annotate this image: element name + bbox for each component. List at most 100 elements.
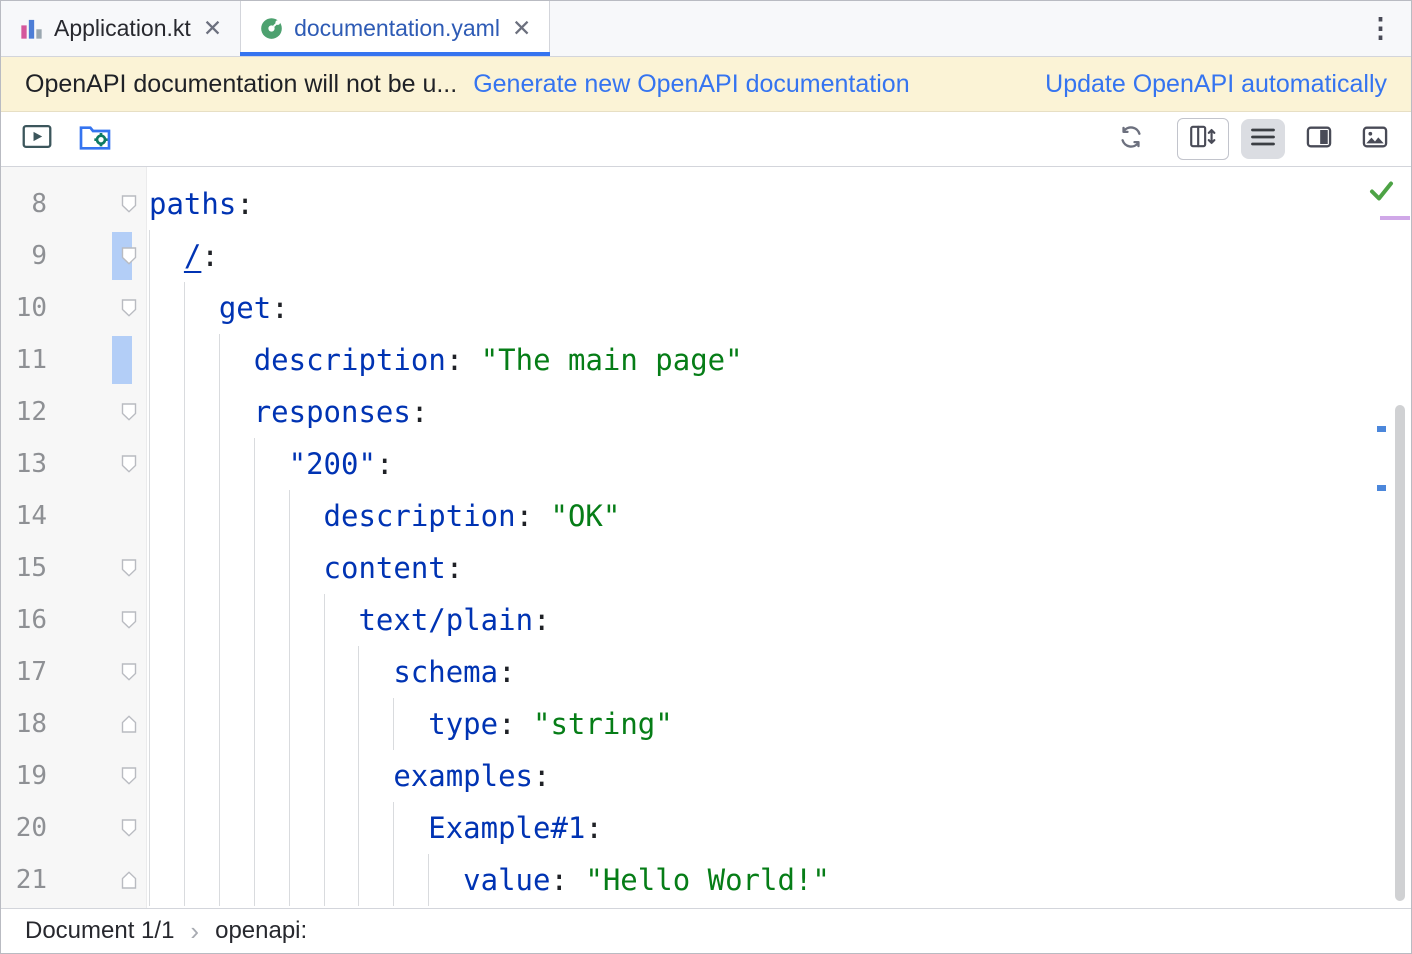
code-editor[interactable]: 8paths:9/:10get:11description:"The main … bbox=[1, 167, 1411, 908]
editor-and-preview-icon bbox=[1305, 123, 1333, 156]
indent-guide bbox=[184, 594, 219, 646]
refresh-icon bbox=[1117, 123, 1145, 156]
code-line-18[interactable]: 18type:"string" bbox=[1, 698, 1411, 750]
colon: : bbox=[446, 551, 463, 585]
update-openapi-link[interactable]: Update OpenAPI automatically bbox=[1045, 70, 1387, 99]
colon: : bbox=[201, 239, 218, 273]
fold-up-icon[interactable] bbox=[121, 715, 137, 734]
code-line-10[interactable]: 10get: bbox=[1, 282, 1411, 334]
line-number: 18 bbox=[1, 698, 47, 750]
generate-openapi-link[interactable]: Generate new OpenAPI documentation bbox=[473, 70, 909, 99]
indent-guide bbox=[184, 386, 219, 438]
indent-guide bbox=[324, 750, 359, 802]
code-line-19[interactable]: 19examples: bbox=[1, 750, 1411, 802]
fold-down-icon[interactable] bbox=[121, 767, 137, 786]
indent-guide bbox=[219, 334, 254, 386]
indent-guide bbox=[184, 438, 219, 490]
colon: : bbox=[550, 863, 567, 897]
indent-guide bbox=[149, 854, 184, 906]
colon: : bbox=[411, 395, 428, 429]
code-line-13[interactable]: 13"200": bbox=[1, 438, 1411, 490]
fold-down-icon[interactable] bbox=[121, 195, 137, 214]
code-line-11[interactable]: 11description:"The main page" bbox=[1, 334, 1411, 386]
indent-guide bbox=[219, 438, 254, 490]
indent-guide bbox=[254, 802, 289, 854]
inspection-ok-check-icon[interactable] bbox=[1368, 179, 1395, 207]
code-line-14[interactable]: 14description:"OK" bbox=[1, 490, 1411, 542]
code-text: "200": bbox=[149, 438, 393, 490]
indent-guide bbox=[254, 750, 289, 802]
indent-guide bbox=[428, 854, 463, 906]
close-icon[interactable]: ✕ bbox=[510, 15, 533, 42]
indent-guide bbox=[149, 698, 184, 750]
indent-guide bbox=[393, 802, 428, 854]
close-icon[interactable]: ✕ bbox=[201, 15, 224, 42]
indent-guide bbox=[219, 646, 254, 698]
code-text: text/plain: bbox=[149, 594, 551, 646]
code-line-12[interactable]: 12 responses: bbox=[1, 386, 1411, 438]
line-number: 15 bbox=[1, 542, 47, 594]
line-number: 12 bbox=[1, 386, 47, 438]
fold-down-icon[interactable] bbox=[121, 663, 137, 682]
column-width-button[interactable] bbox=[1177, 118, 1229, 160]
endpoints-button[interactable] bbox=[73, 119, 117, 159]
tab-label: Application.kt bbox=[54, 15, 191, 42]
run-button[interactable] bbox=[15, 119, 59, 159]
preview-only-button[interactable] bbox=[1353, 119, 1397, 159]
indent-guide bbox=[184, 698, 219, 750]
vertical-scrollbar[interactable] bbox=[1395, 405, 1405, 901]
fold-down-icon[interactable] bbox=[121, 559, 137, 578]
code-line-16[interactable]: 16text/plain: bbox=[1, 594, 1411, 646]
code-area[interactable]: 8paths:9/:10get:11description:"The main … bbox=[1, 167, 1411, 906]
yaml-key: paths bbox=[149, 187, 236, 221]
indent-guide bbox=[219, 594, 254, 646]
tab-application-kt[interactable]: Application.kt ✕ bbox=[1, 1, 240, 56]
yaml-key-link[interactable]: / bbox=[184, 239, 201, 273]
tab-documentation-yaml[interactable]: documentation.yaml ✕ bbox=[240, 1, 550, 56]
editor-and-preview-button[interactable] bbox=[1297, 119, 1341, 159]
editor-tab-bar: Application.kt ✕ documentation.yaml ✕ ⋮ bbox=[1, 1, 1411, 57]
breadcrumb-document[interactable]: Document 1/1 bbox=[25, 917, 174, 945]
line-number: 10 bbox=[1, 282, 47, 334]
indent-guide bbox=[358, 646, 393, 698]
editor-only-button[interactable] bbox=[1241, 119, 1285, 159]
error-stripe-mark-purple bbox=[1380, 216, 1410, 220]
indent-guide bbox=[184, 282, 219, 334]
code-line-21[interactable]: 21value:"Hello World!" bbox=[1, 854, 1411, 906]
fold-down-icon[interactable] bbox=[121, 403, 137, 422]
fold-down-icon[interactable] bbox=[121, 455, 137, 474]
fold-down-icon[interactable] bbox=[121, 611, 137, 630]
tab-label: documentation.yaml bbox=[294, 15, 500, 42]
indent-guide bbox=[184, 750, 219, 802]
colon: : bbox=[236, 187, 253, 221]
breadcrumb-openapi[interactable]: openapi: bbox=[215, 917, 307, 945]
indent-guide bbox=[149, 334, 184, 386]
vcs-change-marker bbox=[112, 336, 132, 384]
code-text: schema: bbox=[149, 646, 516, 698]
openapi-notification-banner: OpenAPI documentation will not be u... G… bbox=[1, 57, 1411, 112]
fold-down-icon[interactable] bbox=[121, 299, 137, 318]
indent-guide bbox=[358, 750, 393, 802]
code-line-15[interactable]: 15content: bbox=[1, 542, 1411, 594]
error-stripe-mark-changed bbox=[1377, 485, 1386, 491]
indent-guide bbox=[149, 750, 184, 802]
code-line-20[interactable]: 20Example#1: bbox=[1, 802, 1411, 854]
yaml-key: responses bbox=[254, 395, 411, 429]
yaml-key: value bbox=[463, 863, 550, 897]
fold-up-icon[interactable] bbox=[121, 871, 137, 890]
code-line-9[interactable]: 9/: bbox=[1, 230, 1411, 282]
refresh-button[interactable] bbox=[1109, 119, 1153, 159]
fold-down-icon[interactable] bbox=[121, 247, 137, 266]
error-stripe-mark-changed bbox=[1377, 426, 1386, 432]
indent-guide bbox=[219, 386, 254, 438]
more-options-kebab-icon[interactable]: ⋮ bbox=[1351, 13, 1411, 44]
code-line-8[interactable]: 8paths: bbox=[1, 178, 1411, 230]
colon: : bbox=[271, 291, 288, 325]
indent-guide bbox=[289, 802, 324, 854]
yaml-string-value: "OK" bbox=[551, 499, 621, 533]
code-text: /: bbox=[149, 230, 219, 282]
yaml-key: examples bbox=[393, 759, 533, 793]
fold-down-icon[interactable] bbox=[121, 819, 137, 838]
code-line-17[interactable]: 17schema: bbox=[1, 646, 1411, 698]
line-number: 19 bbox=[1, 750, 47, 802]
